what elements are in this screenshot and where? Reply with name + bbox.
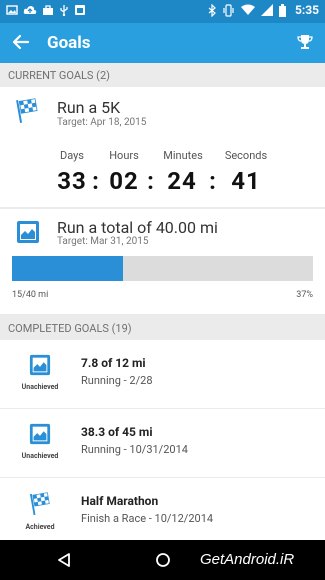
countdown-label-minutes: Minutes bbox=[163, 149, 203, 162]
countdown-days: 33 bbox=[57, 167, 87, 195]
signal-icon bbox=[260, 4, 273, 16]
completed-goals-header: COMPLETED GOALS (19) bbox=[0, 316, 325, 340]
goal-card-5k[interactable]: Run a 5K Target: Apr 18, 2015 Days Hours… bbox=[0, 87, 325, 207]
nav-home-icon[interactable] bbox=[155, 552, 171, 568]
system-icons: 5:35 bbox=[208, 3, 319, 17]
watermark: GetAndroid.iR bbox=[200, 551, 295, 568]
usb-icon bbox=[60, 5, 68, 16]
goal-subtitle: Running - 10/31/2014 bbox=[81, 443, 188, 456]
wifi-icon bbox=[240, 4, 255, 15]
progress-distance-label: 15/40 mi bbox=[12, 290, 49, 300]
list-item[interactable]: Unachieved 7.8 of 12 mi Running - 2/28 bbox=[0, 340, 325, 408]
goal-badge: Unachieved bbox=[10, 423, 70, 460]
battery-icon bbox=[278, 3, 286, 17]
countdown-separator: : bbox=[92, 167, 100, 195]
countdown-seconds: 41 bbox=[231, 167, 261, 195]
goal-title: Run a total of 40.00 mi bbox=[57, 218, 218, 237]
goal-title: 7.8 of 12 mi bbox=[81, 356, 146, 370]
countdown-labels: Days Hours Minutes Seconds bbox=[0, 149, 325, 163]
goal-badge-label: Unachieved bbox=[21, 383, 59, 391]
clock: 5:35 bbox=[294, 3, 319, 17]
countdown-label-days: Days bbox=[59, 149, 84, 162]
countdown-separator: : bbox=[147, 167, 155, 195]
list-item[interactable]: Unachieved 38.3 of 45 mi Running - 10/31… bbox=[0, 409, 325, 477]
chart-icon bbox=[29, 423, 51, 445]
goal-badge: Achieved bbox=[10, 492, 70, 531]
current-goals-header-label: CURRENT GOALS (2) bbox=[8, 68, 110, 82]
goal-subtitle: Finish a Race - 10/12/2014 bbox=[81, 512, 214, 525]
goal-title: 38.3 of 45 mi bbox=[81, 425, 153, 439]
list-item[interactable]: Achieved Half Marathon Finish a Race - 1… bbox=[0, 478, 325, 540]
countdown-minutes: 24 bbox=[167, 167, 197, 195]
current-goals-header: CURRENT GOALS (2) bbox=[0, 63, 325, 87]
app-bar: Goals bbox=[0, 23, 325, 63]
goal-target-date: Target: Mar 31, 2015 bbox=[57, 236, 149, 247]
progress-bar bbox=[12, 256, 313, 281]
bag-icon bbox=[43, 5, 53, 15]
back-arrow-icon[interactable] bbox=[12, 33, 30, 51]
progress-percent-label: 37% bbox=[296, 290, 313, 300]
image-icon bbox=[6, 5, 18, 15]
chart-icon bbox=[17, 221, 39, 243]
notification-icons bbox=[6, 4, 86, 16]
countdown-separator: : bbox=[209, 167, 217, 195]
goal-badge: Unachieved bbox=[10, 354, 70, 391]
countdown-label-seconds: Seconds bbox=[224, 149, 268, 162]
status-bar: 5:35 bbox=[0, 0, 325, 23]
countdown-label-hours: Hours bbox=[109, 149, 139, 162]
goal-badge-label: Unachieved bbox=[21, 452, 59, 460]
countdown-hours: 02 bbox=[109, 167, 139, 195]
goal-target-date: Target: Apr 18, 2015 bbox=[57, 117, 147, 128]
completed-goals-header-label: COMPLETED GOALS (19) bbox=[8, 321, 132, 335]
vibrate-icon bbox=[223, 3, 234, 17]
chart-icon bbox=[29, 354, 51, 376]
goal-title: Half Marathon bbox=[81, 494, 159, 508]
goal-title: Run a 5K bbox=[57, 98, 121, 117]
navigation-bar: GetAndroid.iR bbox=[0, 540, 325, 580]
goal-subtitle: Running - 2/28 bbox=[81, 374, 153, 387]
progress-bar-fill bbox=[12, 256, 124, 281]
checkered-flag-icon bbox=[16, 98, 38, 123]
bluetooth-icon bbox=[208, 3, 216, 17]
clipboard-icon bbox=[75, 5, 85, 15]
cloud-upload-icon bbox=[23, 6, 37, 14]
nav-back-icon[interactable] bbox=[56, 552, 72, 568]
trophy-icon[interactable] bbox=[297, 34, 313, 50]
page-title: Goals bbox=[47, 33, 91, 53]
countdown-values: 33 : 02 : 24 : 41 bbox=[0, 167, 325, 197]
goal-badge-label: Achieved bbox=[25, 523, 55, 531]
checkered-flag-icon bbox=[29, 492, 50, 516]
goal-card-distance[interactable]: Run a total of 40.00 mi Target: Mar 31, … bbox=[0, 209, 325, 314]
